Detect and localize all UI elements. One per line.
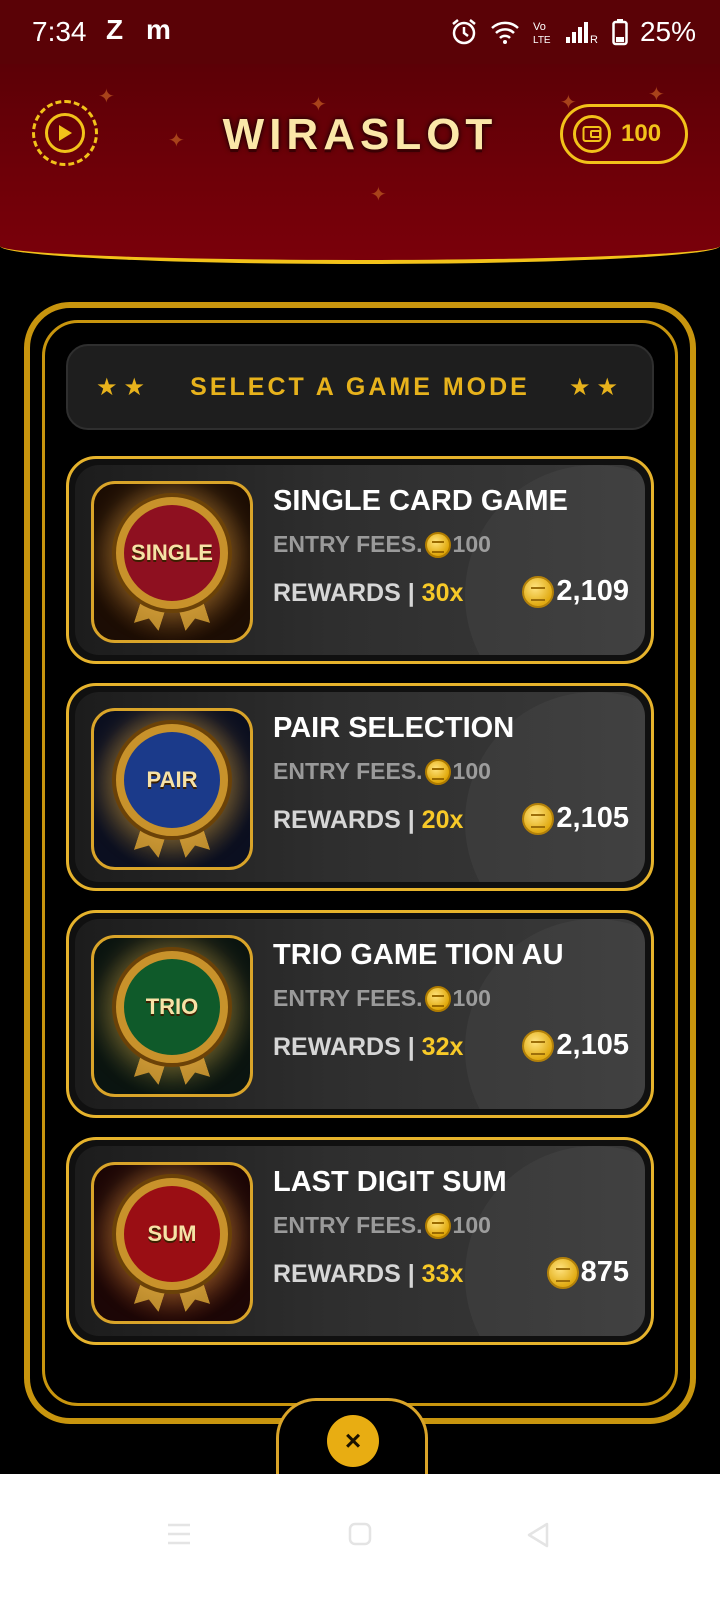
prize-amount: 875 — [546, 1256, 629, 1289]
single-badge-image: SINGLE — [91, 481, 253, 643]
badge-label: SINGLE — [131, 539, 213, 565]
game-name: LAST DIGIT SUM — [273, 1166, 507, 1198]
reward-multiplier: 30x — [421, 579, 464, 607]
volte-icon: Vo LTE — [533, 21, 551, 46]
reward-multiplier: 20x — [421, 806, 464, 834]
wallet-amount: 100 — [621, 120, 662, 147]
status-time: 7:34 — [32, 16, 87, 47]
select-mode-header: ★★ SELECT A GAME MODE ★★ — [66, 344, 654, 430]
coin-icon — [424, 1212, 451, 1239]
prize-amount: 2,109 — [522, 575, 629, 608]
select-mode-title: SELECT A GAME MODE — [190, 372, 530, 401]
coin-icon — [424, 985, 451, 1012]
svg-text:Vo: Vo — [533, 21, 546, 33]
z-app-icon: Z — [106, 14, 124, 45]
rewards: REWARDS | 33x — [273, 1260, 464, 1288]
rewards: REWARDS | 30x — [273, 579, 464, 607]
stars-icon: ★★ — [96, 373, 152, 401]
coin-icon — [424, 758, 451, 785]
coin-icon — [522, 575, 555, 608]
close-tab: × — [276, 1398, 428, 1482]
game-name: TRIO GAME TION AU — [273, 939, 564, 971]
coin-icon — [522, 802, 555, 835]
wallet-balance-button[interactable]: 100 — [560, 104, 688, 164]
game-card-sum[interactable]: SUM LAST DIGIT SUM ENTRY FEES. 100 REWARD… — [66, 1137, 654, 1345]
sparkle-icon: ✦ — [98, 86, 115, 108]
back-icon[interactable] — [526, 1522, 550, 1548]
signal-icon: R — [565, 22, 598, 45]
wifi-icon — [491, 21, 519, 44]
badge-label: TRIO — [145, 993, 199, 1019]
game-card-pair[interactable]: PAIR PAIR SELECTION ENTRY FEES. 100 REWAR… — [66, 683, 654, 891]
stars-icon: ★★ — [568, 373, 624, 401]
m-app-icon: m — [146, 14, 171, 45]
alarm-icon — [452, 19, 476, 45]
home-icon[interactable] — [348, 1522, 372, 1546]
svg-text:LTE: LTE — [533, 35, 551, 46]
sum-badge-image: SUM — [91, 1162, 253, 1324]
reward-multiplier: 32x — [421, 1033, 464, 1061]
entry-fee: ENTRY FEES. 100 — [273, 985, 491, 1012]
pair-badge-image: PAIR — [91, 708, 253, 870]
coin-icon — [522, 1029, 555, 1062]
wallet-icon — [573, 115, 611, 153]
game-card-trio[interactable]: TRIO TRIO GAME TION AU ENTRY FEES. 100 RE… — [66, 910, 654, 1118]
battery-icon — [612, 19, 628, 46]
app-header: ✦ ✦ ✦ ✦ ✦ ✦ WIRASLOT 100 — [0, 64, 720, 264]
prize-amount: 2,105 — [522, 802, 629, 835]
system-nav-bar — [0, 1474, 720, 1600]
game-name: SINGLE CARD GAME — [273, 485, 568, 517]
coin-icon — [546, 1256, 579, 1289]
status-bar: 7:34 Z m Vo LTE R 25% — [0, 0, 720, 64]
menu-icon[interactable] — [166, 1522, 192, 1546]
reward-multiplier: 33x — [421, 1260, 464, 1288]
badge-label: SUM — [147, 1220, 197, 1246]
badge-label: PAIR — [146, 766, 198, 792]
close-button[interactable]: × — [327, 1415, 379, 1467]
game-card-single[interactable]: SINGLE SINGLE CARD GAME ENTRY FEES. 100 R… — [66, 456, 654, 664]
prize-amount: 2,105 — [522, 1029, 629, 1062]
game-name: PAIR SELECTION — [273, 712, 515, 744]
close-icon: × — [344, 1425, 362, 1456]
battery-percent: 25% — [639, 16, 696, 47]
entry-fee: ENTRY FEES. 100 — [273, 531, 491, 558]
svg-text:R: R — [590, 34, 598, 45]
trio-badge-image: TRIO — [91, 935, 253, 1097]
sparkle-icon: ✦ — [370, 184, 387, 206]
coin-icon — [424, 531, 451, 558]
entry-fee: ENTRY FEES. 100 — [273, 758, 491, 785]
rewards: REWARDS | 32x — [273, 1033, 464, 1061]
entry-fee: ENTRY FEES. 100 — [273, 1212, 491, 1239]
rewards: REWARDS | 20x — [273, 806, 464, 834]
